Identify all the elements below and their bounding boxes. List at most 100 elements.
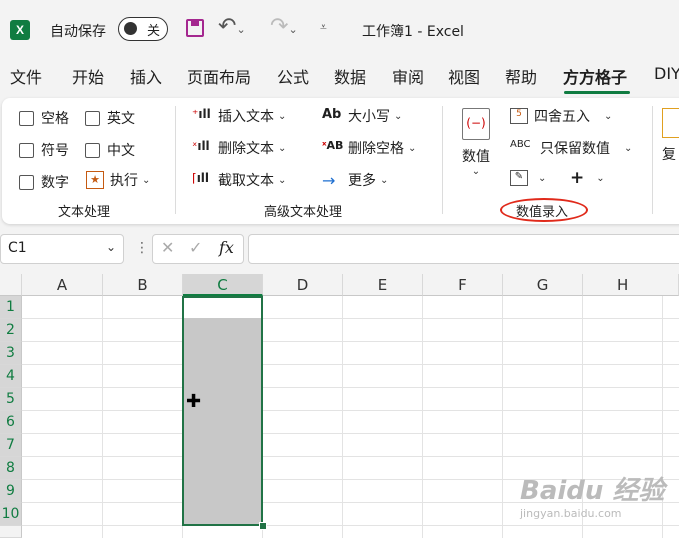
plus-icon: + — [570, 168, 585, 188]
insert-text-icon: ⁺ıll — [192, 107, 211, 121]
chevron-down-icon: ⌄ — [380, 174, 389, 186]
customize-toolbar-icon[interactable]: ⩡ — [320, 20, 327, 35]
checkbox-english[interactable]: 英文 — [85, 108, 135, 128]
number-icon: (−) — [462, 108, 490, 140]
row-header-2[interactable]: 2 — [0, 319, 22, 342]
column-header-c[interactable]: C — [183, 274, 263, 296]
checkbox-label: 英文 — [107, 111, 135, 127]
formula-controls: ✕ ✓ fx — [152, 234, 244, 264]
case-button[interactable]: Ab 大小写 ⌄ — [322, 106, 402, 126]
cell-cursor-icon: ✚ — [186, 391, 202, 412]
number-button[interactable]: (−) 数值 ⌄ — [462, 108, 490, 177]
checkbox-icon[interactable] — [85, 142, 100, 158]
chevron-down-icon: ⌄ — [471, 166, 481, 177]
grid-line — [22, 318, 679, 319]
column-header-g[interactable]: G — [503, 274, 583, 296]
row-header-7[interactable]: 7 — [0, 434, 22, 457]
round-button[interactable]: 5 四舍五入 ⌄ — [510, 106, 612, 126]
chevron-down-icon[interactable]: ⌄ — [236, 23, 245, 36]
tab-diy[interactable]: DIY — [654, 64, 679, 83]
column-header-e[interactable]: E — [343, 274, 423, 296]
tab-file[interactable]: 文件 — [10, 64, 42, 88]
tab-page-layout[interactable]: 页面布局 — [187, 64, 251, 88]
group-divider — [175, 106, 176, 214]
undo-icon[interactable]: ↶⌄ — [218, 14, 246, 39]
row-header-9[interactable]: 9 — [0, 480, 22, 503]
checkbox-icon[interactable] — [19, 110, 34, 126]
fill-handle[interactable] — [259, 522, 267, 530]
tab-help[interactable]: 帮助 — [505, 64, 537, 88]
checkbox-icon[interactable] — [19, 142, 34, 158]
insert-text-button[interactable]: ⁺ıll 插入文本 ⌄ — [192, 106, 286, 126]
grid-line — [22, 364, 679, 365]
confirm-icon[interactable]: ✓ — [189, 238, 202, 257]
grid-line — [502, 296, 503, 538]
number-label: 数值 — [462, 149, 490, 165]
tab-fangfanggezi[interactable]: 方方格子 — [563, 64, 627, 88]
checkbox-number[interactable]: 数字 — [19, 172, 69, 192]
chevron-down-icon: ⌄ — [596, 172, 605, 184]
tab-view[interactable]: 视图 — [448, 64, 480, 88]
save-icon[interactable] — [186, 19, 204, 37]
case-label: 大小写 — [348, 109, 390, 125]
autosave-toggle[interactable]: 关 — [118, 17, 168, 41]
column-header-b[interactable]: B — [103, 274, 183, 296]
delete-space-icon: ˣAB — [322, 139, 344, 152]
row-header-4[interactable]: 4 — [0, 365, 22, 388]
row-header-5[interactable]: 5 — [0, 388, 22, 411]
execute-label: 执行 — [110, 173, 138, 189]
checkbox-label: 数字 — [41, 175, 69, 191]
tab-home[interactable]: 开始 — [72, 64, 104, 88]
grid-line — [102, 296, 103, 538]
insert-function-icon[interactable]: fx — [219, 238, 234, 257]
checkbox-icon[interactable] — [19, 174, 34, 190]
selected-range-fill[interactable] — [184, 318, 261, 524]
row-header-10[interactable]: 10 — [0, 503, 22, 526]
tab-insert[interactable]: 插入 — [130, 64, 162, 88]
column-header-a[interactable]: A — [22, 274, 103, 296]
row-header-1[interactable]: 1 — [0, 296, 22, 319]
redo-icon[interactable]: ↷⌄ — [270, 14, 298, 39]
checkbox-chinese[interactable]: 中文 — [85, 140, 135, 160]
row-header-6[interactable]: 6 — [0, 411, 22, 434]
abc-icon: ABC — [510, 139, 531, 150]
chevron-down-icon[interactable]: ⌄ — [288, 23, 297, 36]
row-header-8[interactable]: 8 — [0, 457, 22, 480]
group-divider — [652, 106, 653, 214]
select-all-corner[interactable] — [0, 274, 22, 296]
column-header-h[interactable]: H — [583, 274, 679, 296]
column-header-d[interactable]: D — [263, 274, 343, 296]
checkbox-symbol[interactable]: 符号 — [19, 140, 69, 160]
plus-button[interactable]: + ⌄ — [570, 168, 605, 188]
chevron-down-icon: ⌄ — [538, 172, 547, 184]
checkbox-space[interactable]: 空格 — [19, 108, 69, 128]
formula-input[interactable] — [248, 234, 679, 264]
insert-text-label: 插入文本 — [218, 109, 274, 125]
cancel-icon[interactable]: ✕ — [161, 238, 174, 257]
tab-data[interactable]: 数据 — [334, 64, 366, 88]
delete-space-button[interactable]: ˣAB 删除空格 ⌄ — [322, 138, 416, 158]
tab-formulas[interactable]: 公式 — [277, 64, 309, 88]
next-group-button[interactable]: 复 — [662, 108, 679, 164]
checkbox-icon[interactable] — [85, 110, 100, 126]
more-button[interactable]: → 更多 ⌄ — [322, 170, 388, 190]
grid-line — [22, 433, 679, 434]
keep-value-button[interactable]: ABC 只保留数值 ⌄ — [510, 138, 632, 158]
execute-button[interactable]: ★ 执行 ⌄ — [86, 170, 150, 190]
extract-text-button[interactable]: ⌈ıll 截取文本 ⌄ — [192, 170, 286, 190]
chevron-down-icon[interactable]: ⌄ — [106, 240, 116, 254]
more-label: 更多 — [348, 173, 376, 189]
extract-text-icon: ⌈ıll — [192, 171, 210, 185]
checkbox-label: 中文 — [107, 143, 135, 159]
baidu-watermark: Baidu 经验 — [520, 476, 665, 506]
row-header-11[interactable] — [0, 526, 22, 538]
folder-icon — [662, 108, 679, 138]
edit-table-button[interactable]: ✎ ⌄ — [510, 170, 546, 186]
grid-line — [422, 296, 423, 538]
delete-text-button[interactable]: ˣıll 删除文本 ⌄ — [192, 138, 286, 158]
row-header-3[interactable]: 3 — [0, 342, 22, 365]
column-header-f[interactable]: F — [423, 274, 503, 296]
delete-text-label: 删除文本 — [218, 141, 274, 157]
chevron-down-icon: ⌄ — [278, 110, 287, 122]
tab-review[interactable]: 审阅 — [392, 64, 424, 88]
